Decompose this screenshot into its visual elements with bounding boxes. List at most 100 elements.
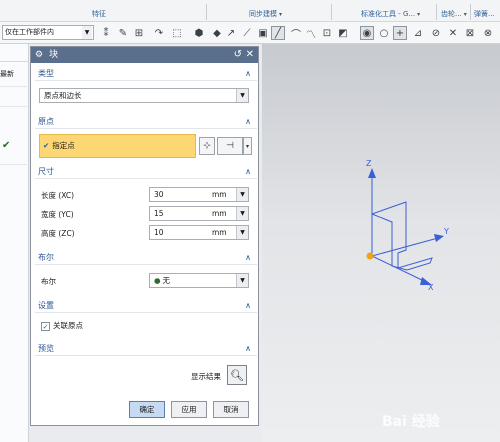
chevron-down-icon: ▼ [236, 89, 248, 102]
divider [0, 106, 27, 107]
snap-bounded-icon[interactable]: ⊠ [463, 26, 477, 40]
view-cube-icon[interactable]: ⬢ [192, 26, 206, 40]
chevron-down-icon: ▼ [82, 26, 92, 39]
ribbon-group-spring[interactable]: 弹簧... [474, 9, 495, 19]
block-preview-graphic: Z Y X Bai 经验 [366, 159, 449, 430]
height-unit: mm [212, 228, 227, 237]
width-label: 宽度 (YC) [41, 210, 74, 219]
show-result-button[interactable]: 🔍︎ [227, 365, 247, 385]
collapse-icon[interactable]: ∧ [245, 67, 251, 81]
ribbon-separator [470, 4, 471, 20]
checkmark-icon: ✔ [2, 140, 11, 151]
snap-intersection-icon[interactable]: + [393, 26, 407, 40]
settings-section-header[interactable]: 设置 ∧ [35, 299, 257, 313]
toolbar: 仅在工作部件内 ▼ ⁑ ✎ ⊞ ↷ ⬚ ⬢ ◆ ↗ ⟋ ▣ ╱ ⌒ 〽 ⊡ ◩ … [0, 22, 500, 44]
rotate-icon[interactable]: ↷ [152, 26, 166, 40]
point-dialog-icon[interactable]: ⊞ [132, 26, 146, 40]
width-unit: mm [212, 209, 227, 218]
snap-existing-point-icon[interactable]: ⊿ [411, 26, 425, 40]
associative-origin-checkbox[interactable]: ✓ 关联原点 [41, 320, 83, 331]
collapse-icon[interactable]: ∧ [245, 251, 251, 265]
reset-icon[interactable]: ↺ [234, 47, 242, 63]
show-result-label: 显示结果 [191, 372, 221, 381]
snap-midpoint-icon[interactable]: ◩ [336, 26, 350, 40]
snap-endpoint-icon[interactable]: ▣ [256, 26, 270, 40]
snap-quadrant-icon[interactable]: ○ [377, 26, 391, 40]
select-region-icon[interactable]: ⬚ [170, 26, 184, 40]
preview-section-header[interactable]: 预览 ∧ [35, 342, 257, 356]
collapse-icon[interactable]: ∧ [245, 342, 251, 356]
ribbon-separator [331, 4, 332, 20]
collapse-icon[interactable]: ∧ [245, 165, 251, 179]
point-dialog-icon: ⊹ [203, 141, 211, 151]
checkbox-checked-icon: ✓ [41, 322, 50, 331]
type-section-header[interactable]: 类型 ∧ [35, 67, 257, 81]
collapse-icon[interactable]: ∧ [245, 299, 251, 313]
snap-line-icon[interactable]: ╱ [271, 26, 285, 40]
close-icon[interactable]: ✕ [246, 47, 254, 63]
ribbon-group-gear[interactable]: 齿轮... ▾ [441, 9, 467, 19]
block-dialog: ⚙ 块 ↺ ✕ 类型 ∧ 原点和边长 ▼ 原点 ∧ ✔ 指定点 ⊹ ⊣ ▾ 尺寸 ∧ 长度… [30, 46, 259, 426]
boolean-label: 布尔 [41, 277, 56, 286]
preview-section: 预览 ∧ [35, 342, 257, 356]
edge-icon[interactable]: ⟋ [240, 26, 254, 40]
point-type-dropdown[interactable]: ▾ [243, 137, 252, 155]
ribbon: 特征 同步建模 ▾ 标准化工具 - G... ▾ 齿轮... ▾ 弹簧... [0, 0, 500, 22]
snap-pole-icon[interactable]: ⊗ [481, 26, 495, 40]
y-axis-label: Y [443, 227, 449, 236]
snap-point-on-curve-icon[interactable]: ✕ [446, 26, 460, 40]
length-unit: mm [212, 190, 227, 199]
selection-scope-value: 仅在工作部件内 [5, 28, 54, 36]
divider [0, 86, 27, 87]
ok-button[interactable]: 确定 [129, 401, 165, 418]
gear-icon[interactable]: ⚙ [35, 50, 43, 60]
snap-settings-icon[interactable]: ⁑ [99, 26, 113, 40]
point-type-button[interactable]: ⊣ [217, 137, 243, 155]
dimensions-section-header[interactable]: 尺寸 ∧ [35, 165, 257, 179]
specify-point-label: 指定点 [52, 141, 75, 150]
boolean-section: 布尔 ∧ [35, 251, 257, 265]
ribbon-group-sync-modeling[interactable]: 同步建模 ▾ [249, 9, 282, 19]
dimensions-section: 尺寸 ∧ [35, 165, 257, 179]
watermark: Bai 经验 [382, 413, 441, 430]
height-input[interactable]: 10 mm ▼ [149, 225, 249, 240]
magic-wand-icon[interactable]: ✎ [116, 26, 130, 40]
point-dialog-button[interactable]: ⊹ [199, 137, 215, 155]
origin-point [366, 252, 374, 260]
collapse-icon[interactable]: ∧ [245, 115, 251, 129]
magnifier-icon: 🔍︎ [230, 368, 244, 382]
ribbon-separator [206, 4, 207, 20]
divider [0, 164, 27, 165]
y-axis-line [371, 237, 439, 257]
x-axis-label: X [428, 283, 434, 292]
shaded-cube-icon[interactable]: ◆ [210, 26, 224, 40]
specify-point-row[interactable]: ✔ 指定点 [39, 134, 196, 158]
part-navigator: 最新 ✔ [0, 44, 29, 442]
graphics-viewport[interactable]: Z Y X Bai 经验 [262, 44, 500, 442]
boolean-dropdown[interactable]: ● 无 ▼ [149, 273, 249, 288]
boolean-section-header[interactable]: 布尔 ∧ [35, 251, 257, 265]
move-icon[interactable]: ↗ [224, 26, 238, 40]
ribbon-group-standard-tools[interactable]: 标准化工具 - G... ▾ [361, 9, 420, 19]
origin-section-header[interactable]: 原点 ∧ [35, 115, 257, 129]
width-input[interactable]: 15 mm ▼ [149, 206, 249, 221]
associative-origin-label: 关联原点 [53, 321, 83, 330]
apply-button[interactable]: 应用 [171, 401, 207, 418]
length-input[interactable]: 30 mm ▼ [149, 187, 249, 202]
snap-face-icon[interactable]: ⊘ [429, 26, 443, 40]
height-value: 10 [154, 228, 164, 237]
cancel-button[interactable]: 取消 [213, 401, 249, 418]
ribbon-group-feature[interactable]: 特征 [92, 9, 106, 19]
snap-curve-icon[interactable]: ⌒ [289, 26, 303, 41]
snap-control-point-icon[interactable]: ⊡ [320, 26, 334, 40]
snap-center-icon[interactable]: ◉ [360, 26, 374, 40]
latest-column-label: 最新 [0, 70, 14, 78]
chevron-down-icon: ▼ [236, 226, 248, 239]
length-value: 30 [154, 190, 164, 199]
height-label: 高度 (ZC) [41, 229, 75, 238]
selection-scope-dropdown[interactable]: 仅在工作部件内 ▼ [2, 25, 94, 40]
snap-tangent-icon[interactable]: 〽 [304, 26, 318, 41]
settings-section: 设置 ∧ [35, 299, 257, 313]
type-dropdown[interactable]: 原点和边长 ▼ [39, 88, 249, 103]
chevron-down-icon: ▼ [236, 188, 248, 201]
